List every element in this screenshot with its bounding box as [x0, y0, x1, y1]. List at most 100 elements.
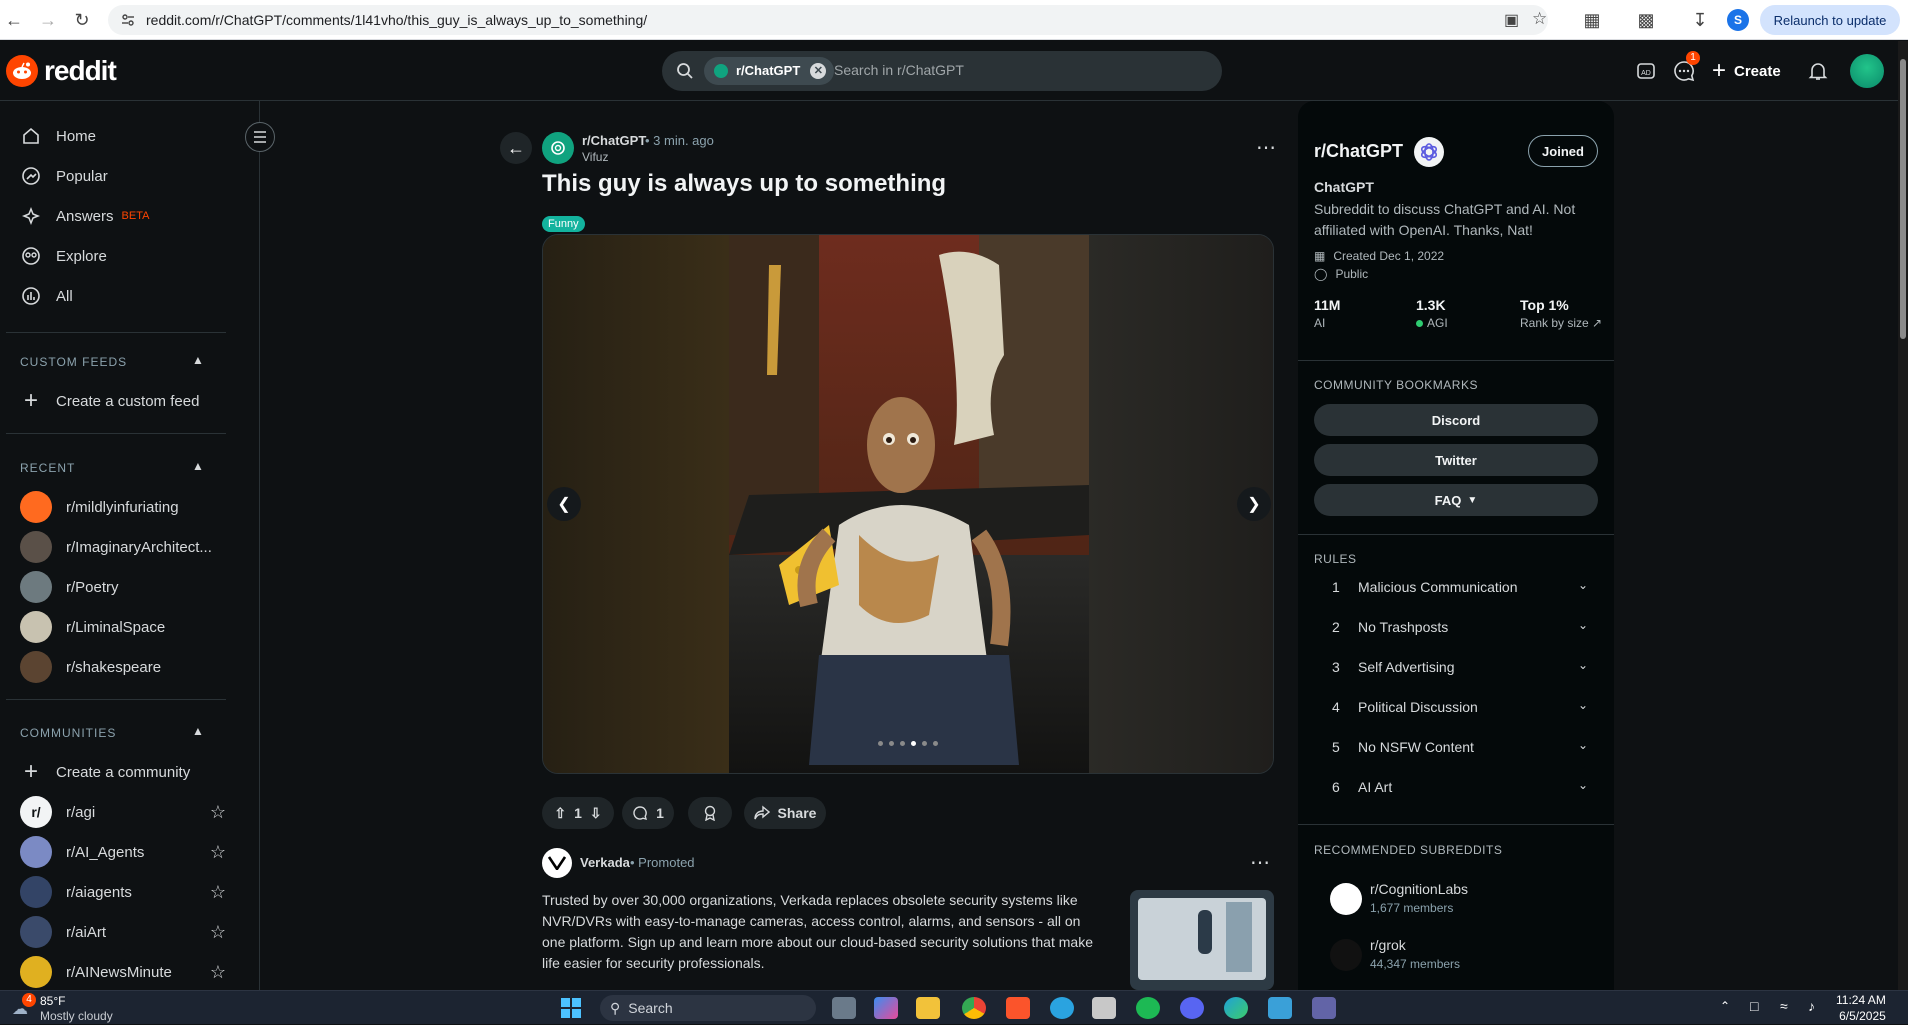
system-clock[interactable]: 11:24 AM 6/5/2025: [1836, 992, 1886, 1024]
spotify-icon[interactable]: [1136, 997, 1160, 1019]
chat-icon[interactable]: 1: [1672, 51, 1700, 83]
extensions-icon[interactable]: ▦: [1580, 8, 1604, 32]
award-button[interactable]: [688, 797, 732, 829]
chevron-up-icon[interactable]: ▲: [192, 724, 204, 738]
pagination-dot[interactable]: [922, 741, 927, 746]
discord-icon[interactable]: [1180, 997, 1204, 1019]
rule-item[interactable]: 6 AI Art ⌄: [1332, 776, 1588, 800]
meet-now-icon[interactable]: □: [1750, 998, 1758, 1014]
advertise-icon[interactable]: AD: [1634, 59, 1658, 83]
nav-answers[interactable]: Answers BETA: [20, 196, 230, 236]
remove-scope-icon[interactable]: ✕: [810, 63, 827, 79]
verkada-logo[interactable]: [542, 848, 572, 878]
bookmark-faq-button[interactable]: FAQ ▼: [1314, 484, 1598, 516]
community-item[interactable]: r/AI_Agents ☆: [20, 832, 230, 872]
reload-icon[interactable]: ↻: [70, 8, 94, 32]
joined-button[interactable]: Joined: [1528, 135, 1598, 167]
search-scope-chip[interactable]: r/ChatGPT ✕: [704, 57, 835, 85]
bookmark-twitter-button[interactable]: Twitter: [1314, 444, 1598, 476]
wifi-icon[interactable]: ≈: [1780, 998, 1788, 1014]
pagination-dot[interactable]: [878, 741, 883, 746]
chevron-up-icon[interactable]: ▲: [192, 353, 204, 367]
share-button[interactable]: Share: [744, 797, 826, 829]
sidebar-toggle-button[interactable]: [245, 122, 275, 152]
create-custom-feed[interactable]: + Create a custom feed: [20, 381, 230, 421]
edge-icon[interactable]: [1224, 997, 1248, 1019]
post-subreddit-link[interactable]: r/ChatGPT: [582, 133, 646, 148]
favorite-star-icon[interactable]: ☆: [210, 802, 226, 823]
favorite-star-icon[interactable]: ☆: [210, 922, 226, 943]
favorite-star-icon[interactable]: ☆: [210, 842, 226, 863]
page-scrollbar[interactable]: [1898, 41, 1908, 990]
gallery-prev-button[interactable]: ❮: [547, 487, 581, 521]
ad-thumbnail[interactable]: [1130, 890, 1274, 990]
notifications-bell-icon[interactable]: [1806, 59, 1830, 83]
nav-all[interactable]: All: [20, 276, 230, 316]
recent-item[interactable]: r/ImaginaryArchitect...: [20, 527, 230, 567]
chrome-icon[interactable]: [962, 997, 986, 1019]
nav-popular[interactable]: Popular: [20, 156, 230, 196]
post-more-options-icon[interactable]: ⋯: [1256, 135, 1276, 160]
recent-item[interactable]: r/mildlyinfuriating: [20, 487, 230, 527]
nav-explore[interactable]: Explore: [20, 236, 230, 276]
ad-more-options-icon[interactable]: ⋯: [1250, 850, 1270, 875]
install-app-icon[interactable]: ▣: [1504, 10, 1519, 30]
downloads-icon[interactable]: ↧: [1688, 8, 1712, 32]
telegram-icon[interactable]: [1050, 997, 1074, 1019]
rule-item[interactable]: 3 Self Advertising ⌄: [1332, 656, 1588, 680]
communities-heading[interactable]: COMMUNITIES: [20, 726, 116, 740]
community-item[interactable]: r/aiArt ☆: [20, 912, 230, 952]
pagination-dot[interactable]: [933, 741, 938, 746]
upvote-arrow-icon[interactable]: ⇧: [554, 805, 566, 822]
post-author-link[interactable]: Vifuz: [582, 150, 608, 164]
nav-home[interactable]: Home: [20, 116, 230, 156]
recent-heading[interactable]: RECENT: [20, 461, 75, 475]
back-button[interactable]: ←: [500, 132, 532, 164]
rule-item[interactable]: 2 No Trashposts ⌄: [1332, 616, 1588, 640]
cast-icon[interactable]: ▩: [1634, 8, 1658, 32]
scrollbar-thumb[interactable]: [1900, 59, 1906, 339]
forward-arrow-icon[interactable]: →: [36, 8, 60, 32]
pagination-dot[interactable]: [900, 741, 905, 746]
community-item[interactable]: r/ r/agi ☆: [20, 792, 230, 832]
address-bar[interactable]: reddit.com/r/ChatGPT/comments/1l41vho/th…: [108, 5, 1548, 35]
gallery-next-button[interactable]: ❯: [1237, 487, 1271, 521]
back-arrow-icon[interactable]: ←: [2, 8, 26, 32]
bookmark-discord-button[interactable]: Discord: [1314, 404, 1598, 436]
recent-item[interactable]: r/Poetry: [20, 567, 230, 607]
rule-item[interactable]: 4 Political Discussion ⌄: [1332, 696, 1588, 720]
weather-widget[interactable]: ☁ 4 85°F Mostly cloudy: [8, 991, 138, 1025]
tray-overflow-icon[interactable]: ⌃: [1720, 999, 1730, 1013]
favorite-star-icon[interactable]: ☆: [210, 962, 226, 983]
brave-icon[interactable]: [1006, 997, 1030, 1019]
windows-start-icon[interactable]: [560, 997, 582, 1019]
pagination-dot[interactable]: [911, 741, 916, 746]
community-item[interactable]: r/aiagents ☆: [20, 872, 230, 912]
community-name[interactable]: r/ChatGPT: [1314, 141, 1403, 162]
vote-control[interactable]: ⇧ 1 ⇩: [542, 797, 614, 829]
custom-feeds-heading[interactable]: CUSTOM FEEDS: [20, 355, 127, 369]
teams-icon[interactable]: [1312, 997, 1336, 1019]
community-item[interactable]: r/AINewsMinute ☆: [20, 952, 230, 990]
advertiser-name[interactable]: Verkada: [580, 855, 630, 870]
favorite-star-icon[interactable]: ☆: [210, 882, 226, 903]
rule-item[interactable]: 5 No NSFW Content ⌄: [1332, 736, 1588, 760]
relaunch-button[interactable]: Relaunch to update: [1760, 5, 1900, 35]
snipping-tool-icon[interactable]: [1092, 997, 1116, 1019]
file-explorer-icon[interactable]: [916, 997, 940, 1019]
rank-stat[interactable]: Top 1% Rank by size ↗: [1520, 297, 1602, 330]
post-flair[interactable]: Funny: [542, 216, 585, 232]
search-bar[interactable]: r/ChatGPT ✕ Search in r/ChatGPT: [662, 51, 1222, 91]
create-community[interactable]: + Create a community: [20, 752, 230, 792]
ad-body-text[interactable]: Trusted by over 30,000 organizations, Ve…: [542, 890, 1102, 974]
image-gallery[interactable]: ❮ ❯: [542, 234, 1274, 774]
downvote-arrow-icon[interactable]: ⇩: [590, 805, 602, 822]
browser-profile-avatar[interactable]: S: [1727, 9, 1749, 31]
chevron-up-icon[interactable]: ▲: [192, 459, 204, 473]
recent-item[interactable]: r/LiminalSpace: [20, 607, 230, 647]
create-post-button[interactable]: + Create: [1712, 53, 1781, 89]
comments-button[interactable]: 1: [622, 797, 674, 829]
user-avatar[interactable]: [1850, 54, 1884, 88]
bookmark-star-icon[interactable]: ☆: [1532, 9, 1547, 29]
recent-item[interactable]: r/shakespeare: [20, 647, 230, 687]
